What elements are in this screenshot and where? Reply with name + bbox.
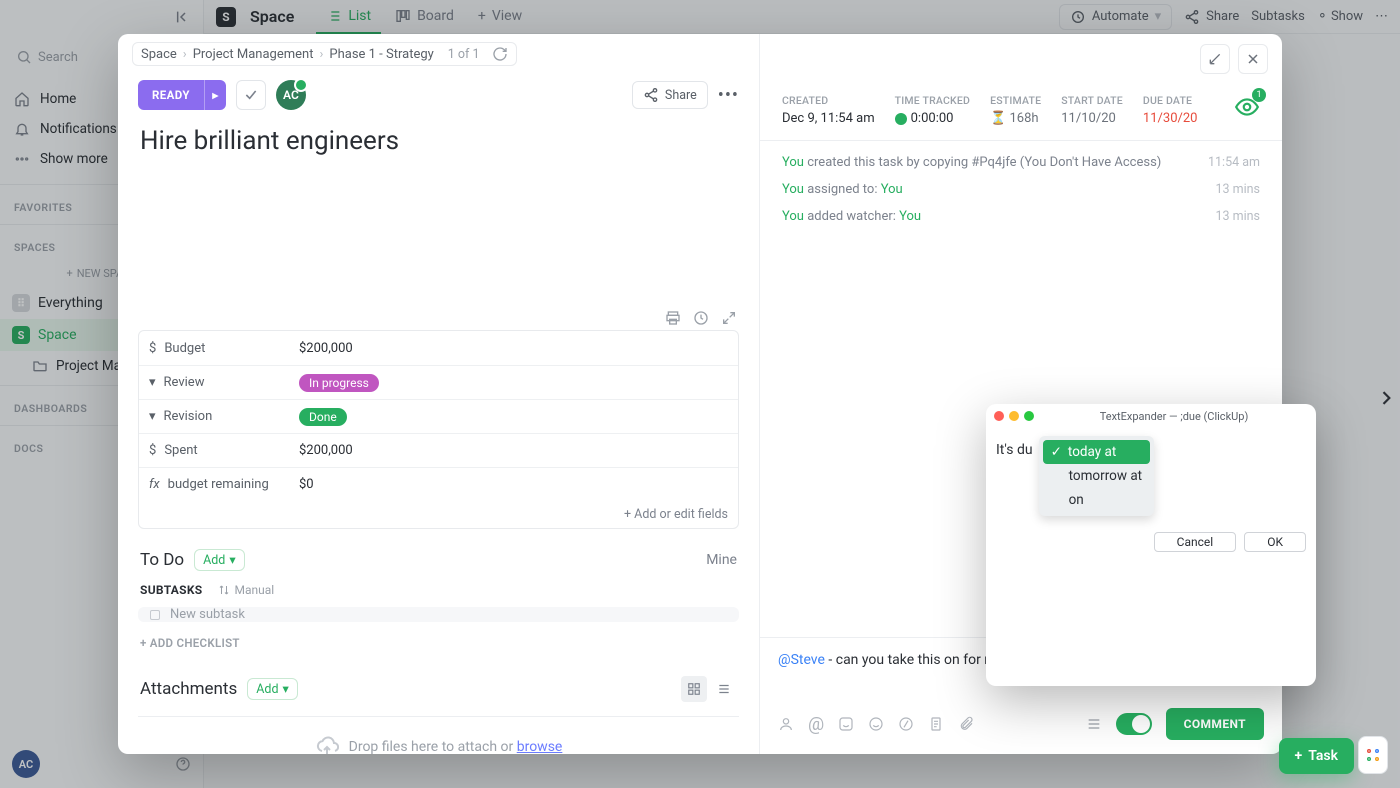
textexpander-title: TextExpander — ;due (ClickUp) [1100,410,1249,423]
minimize-icon[interactable] [1200,44,1230,74]
todo-mine-filter[interactable]: Mine [706,552,737,568]
next-task-arrow-icon[interactable] [1376,388,1396,408]
expansion-option-today[interactable]: ✓today at [1043,440,1151,464]
meta-row: CREATEDDec 9, 11:54 am TIME TRACKED0:00:… [760,74,1282,141]
upload-icon [315,735,339,754]
traffic-close-icon[interactable] [994,411,1004,421]
list-view-icon[interactable] [711,676,737,702]
meta-time-tracked[interactable]: TIME TRACKED0:00:00 [895,94,970,126]
modal-left: Space › Project Management › Phase 1 - S… [118,34,760,754]
comment-button[interactable]: COMMENT [1166,708,1264,740]
textexpander-cancel-button[interactable]: Cancel [1154,532,1237,552]
task-title[interactable]: Hire brilliant engineers [118,114,759,160]
expansion-menu: ✓today at tomorrow at on [1039,436,1155,516]
traffic-max-icon[interactable] [1024,411,1034,421]
apps-grid-icon[interactable] [1358,736,1388,774]
expansion-option-on[interactable]: on [1043,488,1151,512]
textexpander-ok-button[interactable]: OK [1244,532,1306,552]
meta-estimate[interactable]: ESTIMATE⏳ 168h [990,94,1041,126]
task-more-icon[interactable]: ••• [718,85,739,106]
status-row: READY ▸ AC Share ••• [118,66,759,114]
crumb-phase[interactable]: Phase 1 - Strategy [329,47,433,62]
meta-created: CREATEDDec 9, 11:54 am [782,94,875,126]
smiley-icon[interactable] [868,716,884,732]
doc-icon[interactable] [928,716,944,732]
add-fields-button[interactable]: + Add or edit fields [139,501,738,528]
todo-add-button[interactable]: Add▾ [194,549,245,571]
assign-icon[interactable] [778,716,794,732]
breadcrumb: Space › Project Management › Phase 1 - S… [118,34,759,66]
attachments-header: Attachments Add▾ [118,658,759,708]
attachment-dropzone[interactable]: Drop files here to attach or browse [138,716,739,754]
history-icon[interactable] [693,310,709,326]
status-button[interactable]: READY ▸ [138,80,226,110]
subtasks-tab[interactable]: SUBTASKS [140,583,202,597]
custom-fields: $Budget$200,000 ▾ReviewIn progress ▾Revi… [138,330,739,529]
textexpander-popup: TextExpander — ;due (ClickUp) It's du ✓t… [986,404,1316,686]
chevron-icon: › [319,47,323,62]
chevron-icon: › [183,47,187,62]
status-next-icon[interactable]: ▸ [204,80,226,110]
crumb-project[interactable]: Project Management [193,47,314,62]
traffic-min-icon[interactable] [1009,411,1019,421]
watchers-button[interactable]: 1 [1234,94,1260,126]
grid-view-icon[interactable] [681,676,707,702]
slash-icon[interactable] [898,716,914,732]
add-checklist-button[interactable]: + ADD CHECKLIST [118,628,759,658]
task-share-button[interactable]: Share [632,81,708,109]
field-revision[interactable]: ▾RevisionDone [139,399,738,433]
activity-item: You added watcher: You13 mins [782,203,1260,230]
task-description[interactable] [118,160,759,310]
attach-icon[interactable] [958,716,974,732]
print-icon[interactable] [665,310,681,326]
close-icon[interactable] [1238,44,1268,74]
field-spent[interactable]: $Spent$200,000 [139,433,738,467]
new-subtask-input[interactable]: New subtask [138,607,739,622]
expand-icon[interactable] [721,310,737,326]
field-budget[interactable]: $Budget$200,000 [139,331,738,365]
expansion-prefix: It's du [996,436,1033,516]
comment-toolbar: @ COMMENT [760,702,1282,754]
activity-item: You assigned to: You13 mins [782,176,1260,203]
expansion-option-tomorrow[interactable]: tomorrow at [1043,464,1151,488]
crumb-space[interactable]: Space [141,47,177,62]
field-review[interactable]: ▾ReviewIn progress [139,365,738,399]
field-remaining[interactable]: fxbudget remaining$0 [139,467,738,501]
assignee-avatar[interactable]: AC [276,80,306,110]
emoji-icon[interactable] [838,716,854,732]
new-task-fab[interactable]: +Task [1279,738,1354,774]
todo-header: To Do Add▾ Mine [118,533,759,579]
subtasks-sort[interactable]: Manual [218,583,274,597]
pager: 1 of 1 [448,47,480,62]
refresh-icon[interactable] [492,46,508,62]
meta-start-date[interactable]: START DATE11/10/20 [1061,94,1123,126]
complete-button[interactable] [236,80,266,110]
collapse-icon[interactable] [1086,716,1102,732]
mention-icon[interactable]: @ [808,714,824,735]
activity-item: You created this task by copying #Pq4jfe… [782,149,1260,176]
comment-toggle[interactable] [1116,713,1152,735]
meta-due-date[interactable]: DUE DATE11/30/20 [1143,94,1198,126]
browse-link[interactable]: browse [517,739,563,754]
attachments-add-button[interactable]: Add▾ [247,678,298,700]
